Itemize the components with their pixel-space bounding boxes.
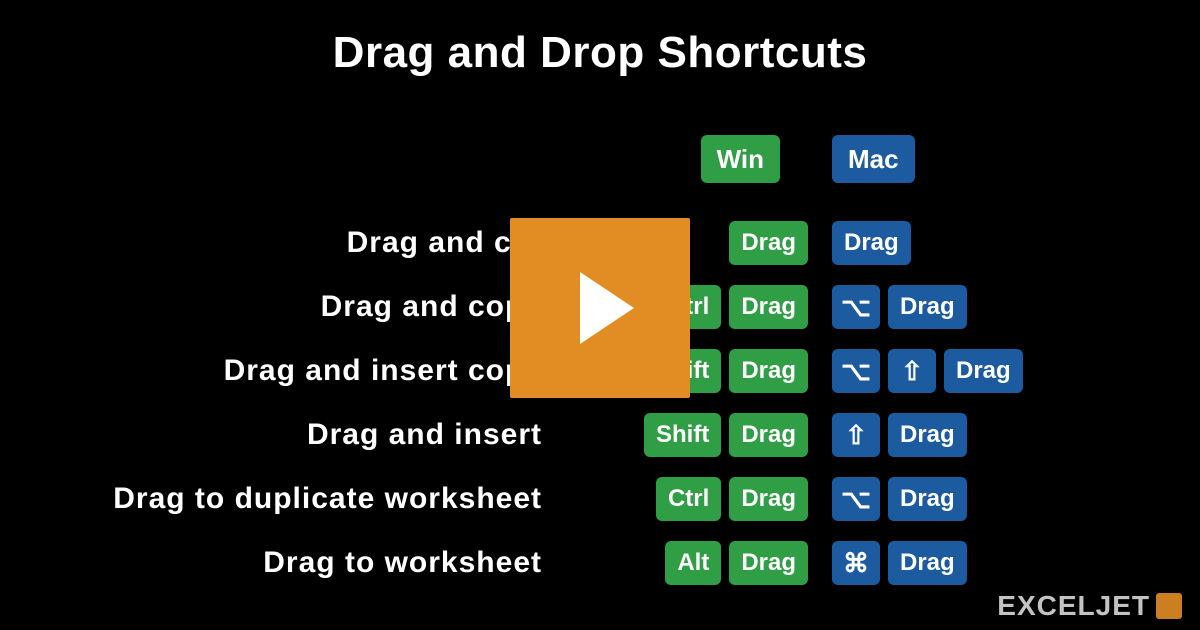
- key-win: Drag: [729, 285, 808, 329]
- shortcut-label: Drag and insert: [0, 418, 560, 452]
- header-row: Win Mac: [0, 130, 1200, 188]
- key-mac: Drag: [832, 221, 911, 265]
- win-keys: Shift Drag: [560, 413, 820, 457]
- play-icon: [580, 272, 634, 344]
- key-win: Alt: [665, 541, 721, 585]
- key-mac: Drag: [888, 477, 967, 521]
- key-mac: Drag: [944, 349, 1023, 393]
- key-win: Drag: [729, 541, 808, 585]
- win-keys: Ctrl Drag: [560, 477, 820, 521]
- key-mac: Drag: [888, 541, 967, 585]
- header-mac-badge: Mac: [832, 135, 915, 183]
- shift-icon: ⇧: [888, 349, 936, 393]
- key-win: Drag: [729, 413, 808, 457]
- mac-keys: ⌥ ⇧ Drag: [820, 349, 1140, 393]
- mac-keys: Drag: [820, 221, 1140, 265]
- shortcut-label: Drag and insert copy: [0, 354, 560, 388]
- shortcut-label: Drag to worksheet: [0, 546, 560, 580]
- key-win: Ctrl: [656, 477, 721, 521]
- header-win-col: Win: [560, 135, 820, 183]
- mac-keys: ⇧ Drag: [820, 413, 1140, 457]
- key-win: Drag: [729, 221, 808, 265]
- page-title: Drag and Drop Shortcuts: [0, 0, 1200, 78]
- brand-text: EXCELJET: [997, 590, 1150, 622]
- brand-square-icon: [1156, 593, 1182, 619]
- key-win: Shift: [644, 413, 721, 457]
- play-button[interactable]: [510, 218, 690, 398]
- key-mac: Drag: [888, 285, 967, 329]
- mac-keys: ⌘ Drag: [820, 541, 1140, 585]
- option-icon: ⌥: [832, 477, 880, 521]
- key-win: Drag: [729, 477, 808, 521]
- shortcut-label: Drag and copy: [0, 290, 560, 324]
- command-icon: ⌘: [832, 541, 880, 585]
- mac-keys: ⌥ Drag: [820, 477, 1140, 521]
- table-row: Drag to worksheet Alt Drag ⌘ Drag: [0, 534, 1200, 592]
- option-icon: ⌥: [832, 285, 880, 329]
- brand-logo: EXCELJET: [997, 590, 1182, 622]
- table-row: Drag to duplicate worksheet Ctrl Drag ⌥ …: [0, 470, 1200, 528]
- table-row: Drag and insert Shift Drag ⇧ Drag: [0, 406, 1200, 464]
- key-win: Drag: [729, 349, 808, 393]
- option-icon: ⌥: [832, 349, 880, 393]
- win-keys: Alt Drag: [560, 541, 820, 585]
- shortcut-label: Drag and cut: [0, 226, 560, 260]
- shift-icon: ⇧: [832, 413, 880, 457]
- header-win-badge: Win: [701, 135, 780, 183]
- shortcut-label: Drag to duplicate worksheet: [0, 482, 560, 516]
- header-mac-col: Mac: [820, 135, 1140, 183]
- key-mac: Drag: [888, 413, 967, 457]
- mac-keys: ⌥ Drag: [820, 285, 1140, 329]
